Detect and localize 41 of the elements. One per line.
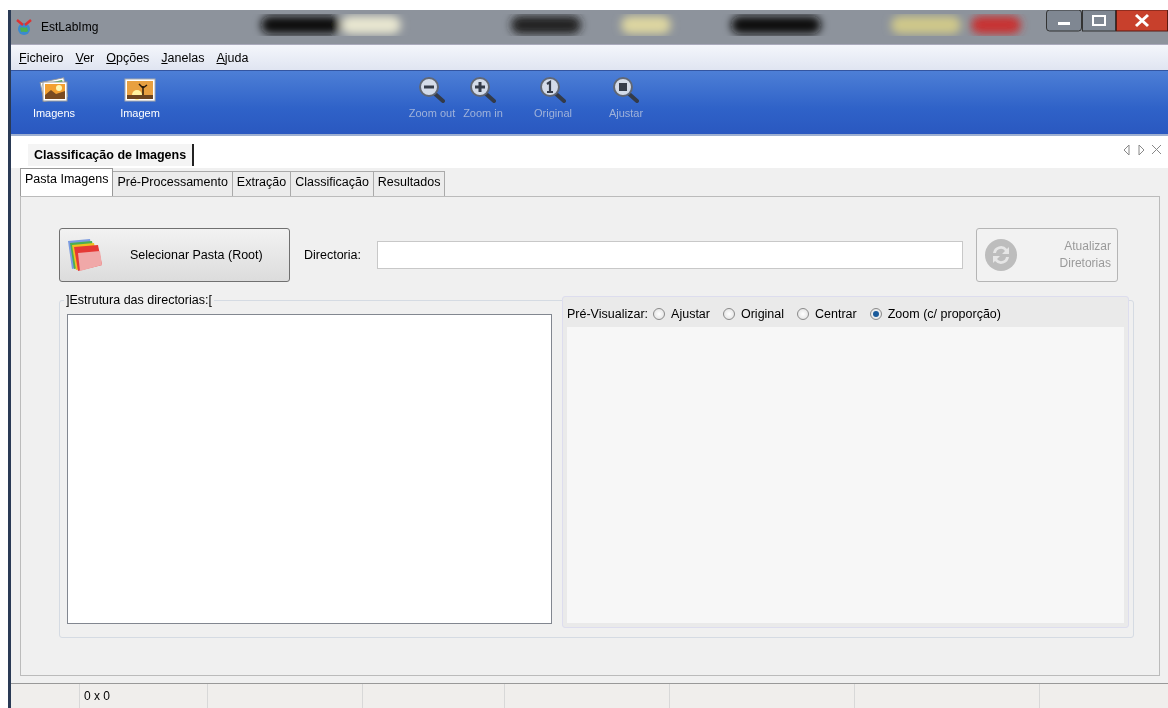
tab[interactable]: Classificação: [290, 171, 374, 196]
select-folder-button[interactable]: Selecionar Pasta (Root): [59, 227, 290, 282]
radio-button[interactable]: [869, 308, 882, 320]
tab[interactable]: Pasta Imagens: [20, 168, 114, 196]
preview-label: Pré-Visualizar:: [567, 307, 649, 321]
close-icon[interactable]: [1151, 144, 1162, 155]
tab[interactable]: Pré-Processamento: [112, 171, 233, 196]
radio-option[interactable]: Ajustar: [653, 307, 710, 321]
radio-option[interactable]: Centrar: [797, 307, 857, 321]
menu-item[interactable]: Ficheiro: [19, 49, 64, 67]
maximize-button[interactable]: [1082, 10, 1116, 32]
zoom-fit-icon: [611, 75, 641, 105]
app-icon: [15, 18, 33, 36]
tab[interactable]: Resultados: [372, 171, 446, 196]
photo-icon: [123, 75, 157, 105]
zoom-out-icon: [417, 75, 447, 105]
refresh-icon: [982, 236, 1019, 273]
radio-button[interactable]: [653, 308, 666, 320]
radio-option[interactable]: Zoom (c/ proporção): [869, 307, 1001, 321]
directory-label: Directoria:: [304, 247, 361, 262]
radio-button[interactable]: [722, 308, 735, 320]
menu-item[interactable]: Ajuda: [216, 49, 249, 67]
close-button[interactable]: [1116, 10, 1168, 32]
menu-item[interactable]: Ver: [75, 49, 95, 67]
toolbar-button[interactable]: Imagens: [29, 75, 79, 133]
toolbar-button[interactable]: Imagem: [115, 75, 165, 133]
zoom-original-icon: [538, 75, 568, 105]
radio-button[interactable]: [797, 308, 810, 320]
minimize-button[interactable]: [1046, 10, 1082, 32]
zoom-in-icon: [468, 75, 498, 105]
directory-field[interactable]: [376, 240, 963, 269]
menu-item[interactable]: Opções: [106, 49, 150, 67]
status-text: 0 x 0: [84, 689, 110, 703]
window-title: EstLabImg: [41, 20, 99, 34]
group-title: ]Estrutura das directorias:[: [66, 293, 212, 307]
tab[interactable]: Extração: [231, 171, 292, 196]
menu-item[interactable]: Janelas: [161, 49, 205, 67]
document-tab[interactable]: Classificação de Imagens: [28, 144, 195, 166]
scroll-right-icon[interactable]: [1137, 144, 1145, 156]
radio-option[interactable]: Original: [722, 307, 785, 321]
scroll-left-icon[interactable]: [1123, 144, 1131, 156]
